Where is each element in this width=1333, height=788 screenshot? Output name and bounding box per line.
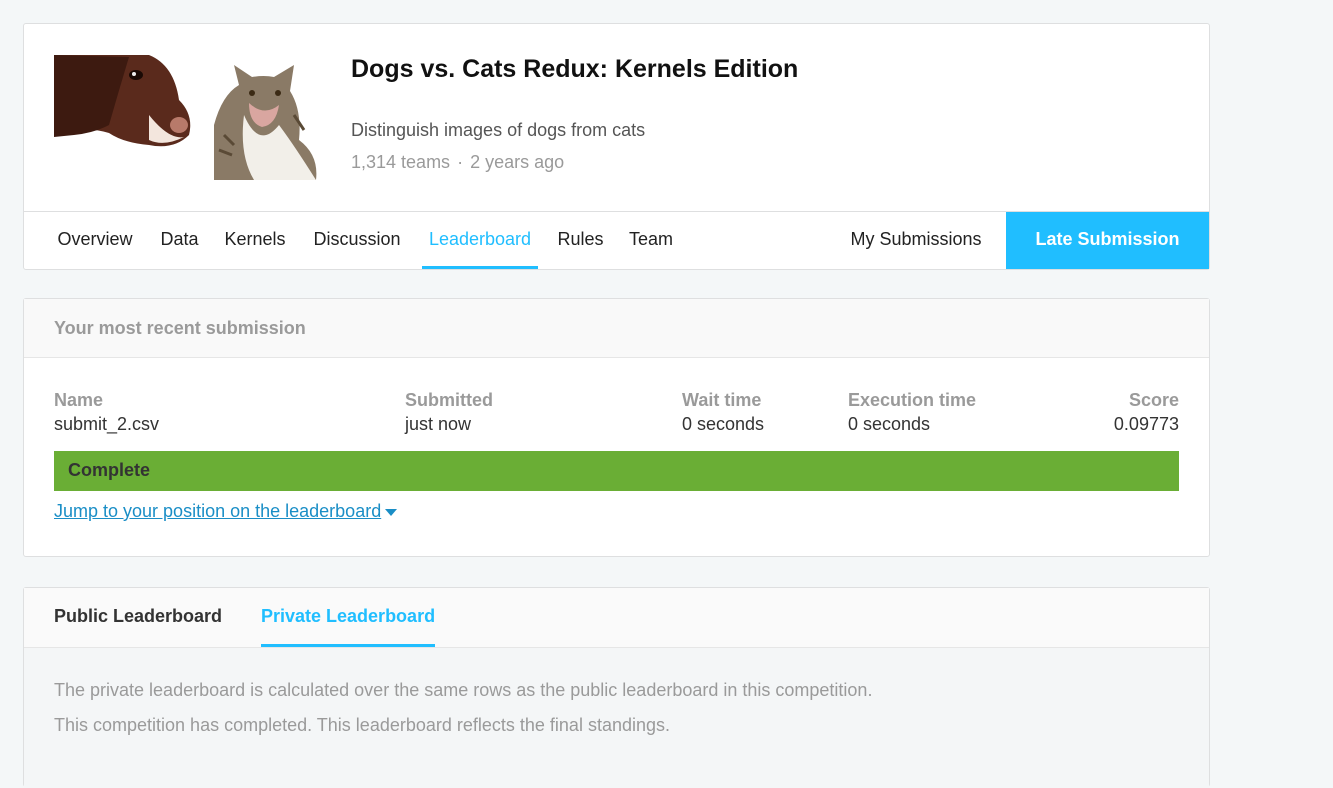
competition-age: 2 years ago	[470, 152, 565, 172]
competition-subtitle: Distinguish images of dogs from cats	[351, 120, 646, 140]
tab-overview[interactable]: Overview	[51, 212, 139, 269]
leaderboard-tabs: Public Leaderboard Private Leaderboard	[24, 588, 1209, 648]
competition-nav: Overview Data Kernels Discussion Leaderb…	[24, 211, 1209, 270]
wait-time-column: Wait time 0 seconds	[682, 389, 764, 437]
leaderboard-note: The private leaderboard is calculated ov…	[54, 680, 873, 700]
score-column: Score 0.09773	[1114, 389, 1179, 437]
leaderboard-card: Public Leaderboard Private Leaderboard T…	[23, 587, 1210, 788]
submitted-value: just now	[405, 414, 472, 434]
score-label: Score	[1128, 390, 1179, 410]
meta-separator: ·	[457, 152, 464, 172]
leaderboard-body: The private leaderboard is calculated ov…	[24, 648, 1209, 788]
tab-private-leaderboard[interactable]: Private Leaderboard	[261, 588, 436, 647]
my-submissions-link[interactable]: My Submissions	[842, 212, 990, 269]
execution-time-value: 0 seconds	[848, 414, 931, 434]
team-count: 1,314 teams	[351, 152, 451, 172]
submission-name-column: Name submit_2.csv	[54, 389, 159, 437]
tab-discussion[interactable]: Discussion	[308, 212, 406, 269]
tab-rules[interactable]: Rules	[553, 212, 608, 269]
late-submission-button[interactable]: Late Submission	[1006, 212, 1209, 269]
tab-leaderboard[interactable]: Leaderboard	[422, 212, 538, 269]
competition-meta: 1,314 teams · 2 years ago	[351, 152, 564, 173]
status-badge: Complete	[54, 451, 1179, 491]
tab-data[interactable]: Data	[154, 212, 205, 269]
submitted-column: Submitted just now	[405, 389, 493, 437]
competition-title: Dogs vs. Cats Redux: Kernels Edition	[351, 55, 799, 83]
wait-time-value: 0 seconds	[682, 414, 765, 434]
jump-link-label: Jump to your position on the leaderboard	[54, 501, 382, 521]
execution-time-label: Execution time	[848, 390, 977, 410]
name-label: Name	[54, 390, 104, 410]
dog-and-cat-image	[54, 55, 319, 180]
competition-header: Dogs vs. Cats Redux: Kernels Edition Dis…	[23, 23, 1210, 270]
recent-submission-card: Your most recent submission Name submit_…	[23, 298, 1210, 557]
tab-public-leaderboard[interactable]: Public Leaderboard	[54, 588, 222, 647]
submitted-label: Submitted	[405, 390, 493, 410]
caret-down-icon	[385, 508, 398, 516]
score-value: 0.09773	[1113, 414, 1179, 434]
leaderboard-note: This competition has completed. This lea…	[54, 715, 670, 735]
tab-kernels[interactable]: Kernels	[220, 212, 290, 269]
execution-time-column: Execution time 0 seconds	[848, 389, 976, 437]
jump-to-position-link[interactable]: Jump to your position on the leaderboard	[54, 501, 398, 522]
file-name: submit_2.csv	[54, 414, 160, 434]
recent-submission-header: Your most recent submission	[24, 299, 1209, 358]
tab-team[interactable]: Team	[624, 212, 678, 269]
wait-time-label: Wait time	[682, 390, 762, 410]
